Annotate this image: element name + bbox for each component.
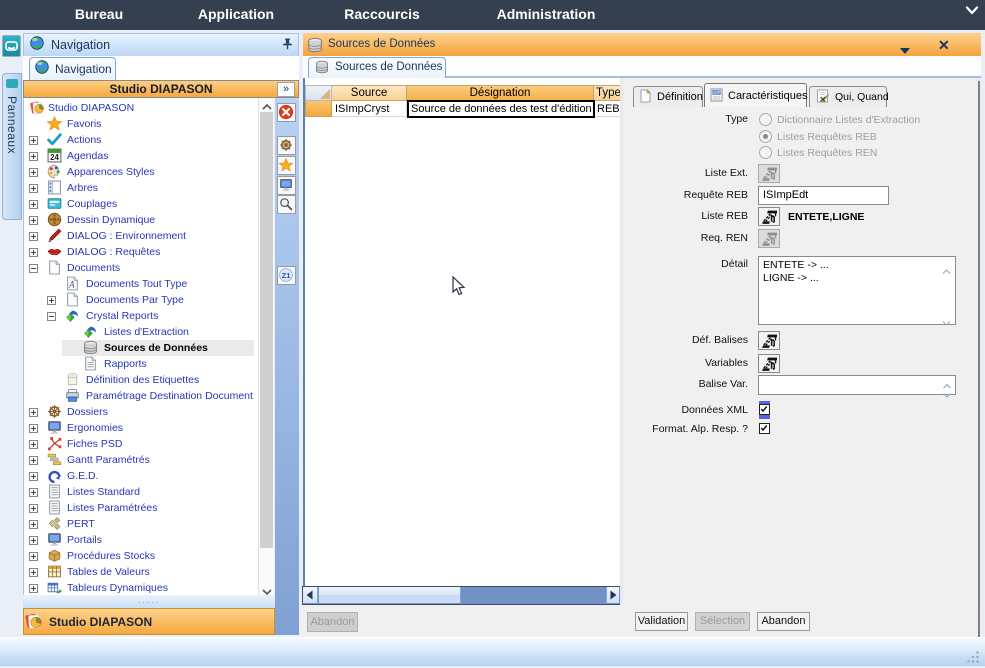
svg-text:Z1: Z1 [282, 271, 291, 280]
svg-text:24: 24 [50, 153, 59, 162]
svg-text:A: A [68, 280, 75, 290]
svg-text:ASP: ASP [712, 90, 721, 95]
